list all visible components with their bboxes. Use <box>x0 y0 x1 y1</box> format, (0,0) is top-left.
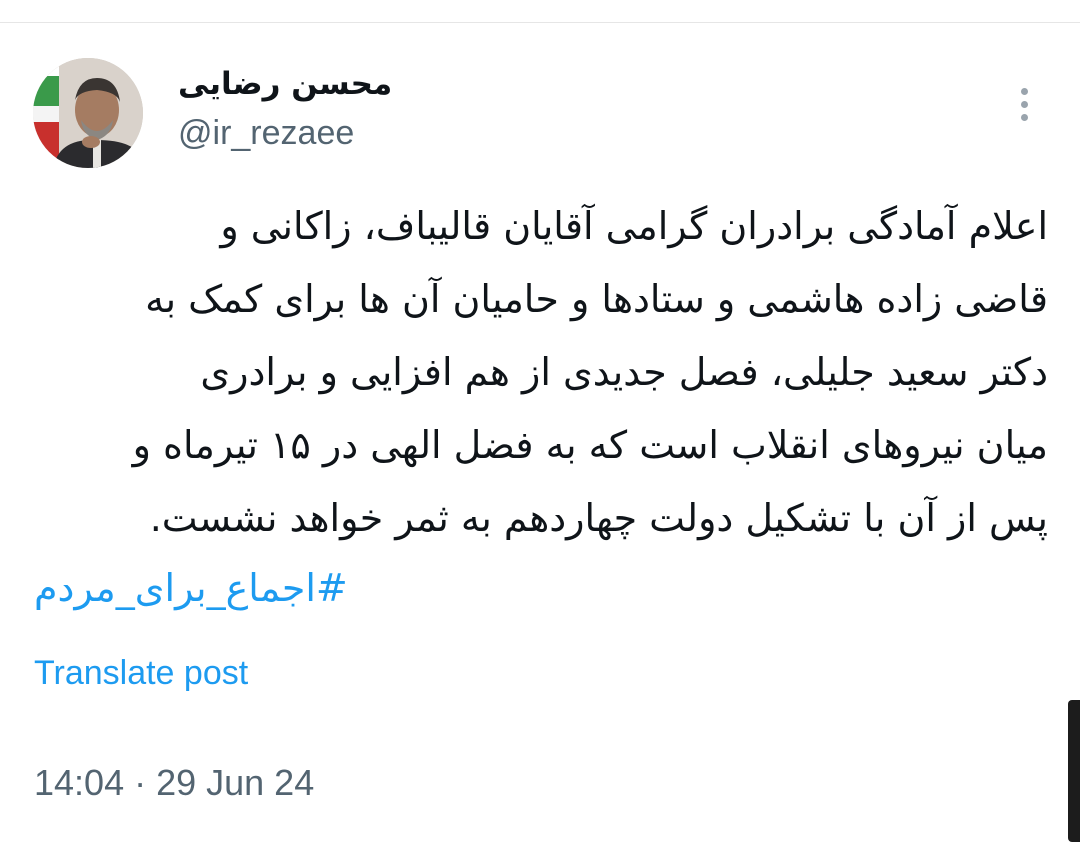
post-text: اعلام آمادگی برادران گرامی آقایان قالیبا… <box>34 190 1048 555</box>
author-name[interactable]: محسن رضایی <box>178 66 392 102</box>
author-handle[interactable]: @ir_rezaee <box>178 114 354 153</box>
post-text-line: پس از آن با تشکیل دولت چهاردهم به ثمر خو… <box>149 496 1048 540</box>
more-dot <box>1020 113 1028 121</box>
more-dot <box>1020 100 1028 108</box>
post-timestamp[interactable]: 14:04 · 29 Jun 24 <box>34 762 314 804</box>
hashtag-link[interactable]: #اجماع_برای_مردم <box>34 566 394 610</box>
more-vertical-icon[interactable] <box>1008 84 1040 124</box>
scrollbar-thumb[interactable] <box>1068 700 1080 842</box>
post-text-line: اعلام آمادگی برادران گرامی آقایان قالیبا… <box>220 204 1048 248</box>
post-text-line: میان نیروهای انقلاب است که به فضل الهی د… <box>132 423 1048 467</box>
avatar[interactable] <box>33 58 143 168</box>
post-text-line: قاضی زاده هاشمی و ستادها و حامیان آن ها … <box>145 277 1048 321</box>
translate-post-link[interactable]: Translate post <box>34 654 248 693</box>
post-text-line: دکتر سعید جلیلی، فصل جدیدی از هم افزایی … <box>200 350 1048 394</box>
more-dot <box>1020 87 1028 95</box>
avatar-photo <box>33 58 143 168</box>
top-divider <box>0 22 1080 23</box>
